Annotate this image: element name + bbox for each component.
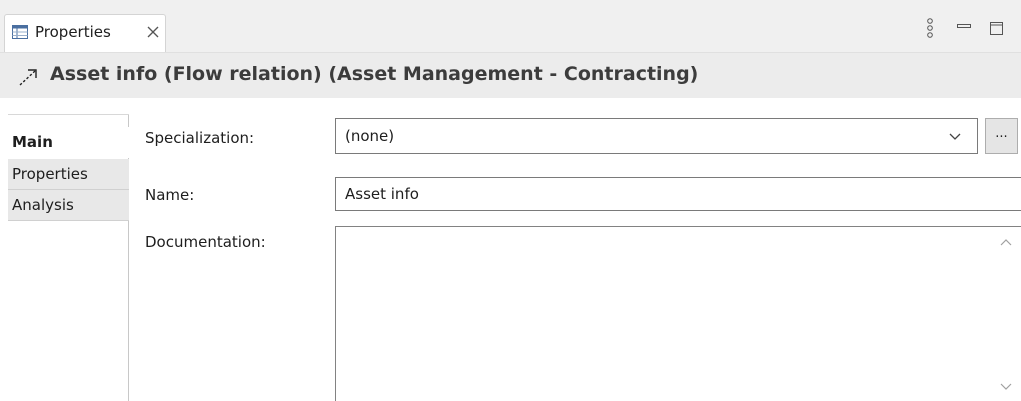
tab-properties[interactable]: Properties [4, 14, 166, 52]
flow-relation-icon [19, 69, 37, 86]
name-input[interactable]: Asset info [335, 177, 1021, 211]
documentation-label: Documentation: [145, 233, 266, 251]
close-icon[interactable] [146, 25, 160, 39]
scroll-up-icon[interactable] [1000, 238, 1012, 246]
minimize-icon[interactable] [957, 22, 971, 30]
maximize-icon[interactable] [990, 22, 1003, 35]
divider [8, 114, 129, 115]
page-title: Asset info (Flow relation) (Asset Manage… [50, 63, 699, 85]
view-menu-icon[interactable] [925, 18, 935, 40]
section-tab-properties[interactable]: Properties [8, 159, 129, 190]
specialization-browse-button[interactable]: ... [985, 118, 1018, 154]
section-tab-list: Main Properties Analysis [8, 114, 129, 401]
section-tab-analysis[interactable]: Analysis [8, 190, 129, 221]
tab-label: Properties [35, 23, 111, 41]
view-tab-bar: Properties [0, 0, 1021, 52]
specialization-value: (none) [345, 127, 395, 145]
specialization-combo[interactable]: (none) [335, 118, 978, 154]
specialization-label: Specialization: [145, 129, 255, 147]
chevron-down-icon[interactable] [948, 130, 962, 142]
properties-table-icon [12, 25, 28, 39]
section-tab-main[interactable]: Main [8, 127, 129, 158]
scroll-down-icon[interactable] [1000, 383, 1012, 391]
properties-title-bar: Asset info (Flow relation) (Asset Manage… [0, 52, 1021, 98]
name-label: Name: [145, 186, 195, 204]
documentation-textarea[interactable] [335, 226, 1021, 401]
